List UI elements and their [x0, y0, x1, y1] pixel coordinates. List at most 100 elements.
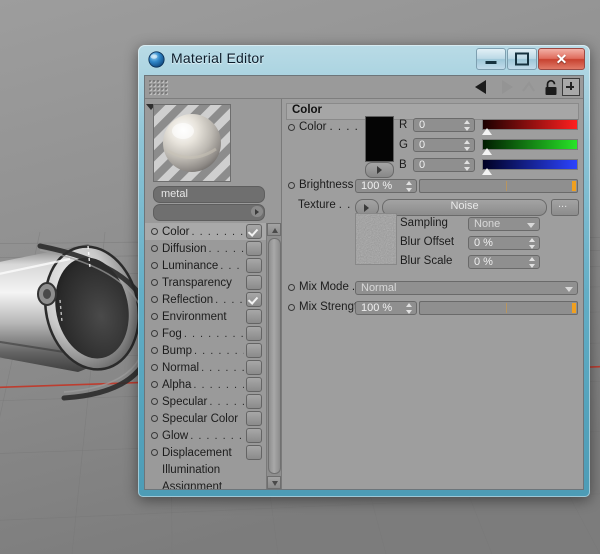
channel-row[interactable]: Transparency: [145, 274, 267, 291]
add-material-button[interactable]: [562, 78, 580, 96]
channel-row[interactable]: Reflection. . . .: [145, 291, 267, 308]
channel-checkbox[interactable]: [246, 360, 262, 375]
maximize-button[interactable]: [507, 48, 537, 70]
channel-row[interactable]: Specular. . . . .: [145, 393, 267, 410]
color-swatch[interactable]: [365, 116, 394, 162]
channel-bullet-icon: [151, 313, 158, 320]
brightness-input[interactable]: 100 %: [355, 179, 417, 193]
mix-mode-bullet-icon: [288, 283, 295, 291]
color-bullet-icon: [288, 123, 295, 131]
close-button[interactable]: ✕: [538, 48, 585, 70]
mix-strength-bullet-icon: [288, 303, 295, 311]
brightness-slider-handle[interactable]: [572, 181, 576, 191]
texture-shader-button[interactable]: Noise: [382, 199, 547, 216]
blur-scale-spinner[interactable]: [529, 257, 536, 268]
green-input[interactable]: 0: [413, 138, 475, 152]
channel-row[interactable]: Specular Color: [145, 410, 267, 427]
brightness-value: 100 %: [361, 180, 393, 192]
red-spinner[interactable]: [464, 120, 471, 131]
channel-checkbox[interactable]: [246, 258, 262, 273]
lock-icon[interactable]: [544, 79, 558, 96]
red-input[interactable]: 0: [413, 118, 475, 132]
green-slider-marker[interactable]: [482, 148, 492, 155]
channel-row[interactable]: Color. . . . . . . .: [145, 223, 267, 240]
color-label: Color: [299, 121, 327, 133]
channel-checkbox[interactable]: [246, 241, 262, 256]
channel-row[interactable]: Environment: [145, 308, 267, 325]
shuffle-icon[interactable]: [520, 78, 540, 96]
window-controls[interactable]: ✕: [476, 48, 585, 70]
material-name-field[interactable]: metal: [153, 186, 265, 203]
channel-checkbox[interactable]: [246, 224, 262, 239]
channel-row[interactable]: Bump. . . . . . .: [145, 342, 267, 359]
channel-checkbox[interactable]: [246, 309, 262, 324]
blur-scale-input[interactable]: 0 %: [468, 255, 540, 269]
texture-browse-button[interactable]: [551, 198, 579, 216]
green-gradient-slider[interactable]: [482, 139, 578, 155]
channel-bullet-icon: [151, 296, 158, 303]
channel-scrollbar[interactable]: [266, 223, 281, 489]
channel-list[interactable]: Color. . . . . . . .Diffusion. . . . .Lu…: [145, 223, 267, 489]
material-preview[interactable]: [153, 104, 231, 182]
red-slider-marker[interactable]: [482, 128, 492, 135]
red-value: 0: [419, 119, 426, 131]
mix-strength-slider[interactable]: [419, 301, 578, 315]
drag-grip-icon[interactable]: [148, 79, 168, 95]
blur-offset-spinner[interactable]: [529, 238, 536, 249]
sampling-dropdown[interactable]: None: [468, 217, 540, 231]
color-picker-button[interactable]: [365, 162, 394, 178]
mix-strength-value: 100 %: [361, 302, 393, 314]
scroll-up-arrow[interactable]: [267, 223, 281, 236]
mix-strength-input[interactable]: 100 %: [355, 301, 417, 315]
selector-arrow-icon[interactable]: [251, 206, 263, 217]
toolbar-right-group[interactable]: [472, 78, 580, 96]
minimize-button[interactable]: [476, 48, 506, 70]
channel-checkbox[interactable]: [246, 275, 262, 290]
back-arrow-icon[interactable]: [472, 78, 492, 96]
blue-gradient-slider[interactable]: [482, 159, 578, 175]
channel-checkbox[interactable]: [246, 343, 262, 358]
channel-bullet-icon: [151, 245, 158, 252]
channel-checkbox[interactable]: [246, 326, 262, 341]
channel-row[interactable]: Fog. . . . . . . .: [145, 325, 267, 342]
channel-row[interactable]: Alpha. . . . . . .: [145, 376, 267, 393]
channel-label: Reflection: [162, 293, 214, 306]
sphere-icon: [148, 51, 165, 68]
channel-checkbox[interactable]: [246, 428, 262, 443]
channel-row[interactable]: Assignment: [145, 478, 267, 490]
channel-row[interactable]: Glow. . . . . . . .: [145, 427, 267, 444]
channel-row[interactable]: Normal. . . . . .: [145, 359, 267, 376]
mix-strength-spinner[interactable]: [406, 303, 413, 314]
brightness-spinner[interactable]: [406, 181, 413, 192]
channel-row[interactable]: Illumination: [145, 461, 267, 478]
green-spinner[interactable]: [464, 140, 471, 151]
red-gradient-slider[interactable]: [482, 119, 578, 135]
channel-row[interactable]: Diffusion. . . . .: [145, 240, 267, 257]
window-title-bar[interactable]: Material Editor ✕: [138, 45, 590, 75]
channel-checkbox[interactable]: [246, 377, 262, 392]
channel-checkbox[interactable]: [246, 411, 262, 426]
scroll-thumb[interactable]: [268, 238, 281, 474]
scroll-down-arrow[interactable]: [267, 476, 281, 489]
material-editor-window[interactable]: Material Editor ✕ metal Color . . . . . …: [138, 45, 590, 497]
channel-label: Illumination: [162, 463, 221, 476]
editor-toolbar[interactable]: [145, 76, 583, 99]
blue-input[interactable]: 0: [413, 158, 475, 172]
channel-checkbox[interactable]: [246, 292, 262, 307]
mix-strength-label: Mix Strength: [299, 301, 364, 313]
channel-row[interactable]: Luminance. . .: [145, 257, 267, 274]
blur-offset-input[interactable]: 0 %: [468, 236, 540, 250]
blue-spinner[interactable]: [464, 160, 471, 171]
blue-slider-marker[interactable]: [482, 168, 492, 175]
channel-row[interactable]: Displacement: [145, 444, 267, 461]
brightness-slider[interactable]: [419, 179, 578, 193]
channel-dots: . . . . . . . .: [183, 327, 244, 340]
material-selector-dropdown[interactable]: [153, 204, 265, 221]
channel-checkbox[interactable]: [246, 394, 262, 409]
mix-mode-caret-icon: [565, 287, 573, 292]
texture-thumbnail[interactable]: [355, 213, 397, 265]
forward-arrow-icon[interactable]: [496, 78, 516, 96]
mix-mode-dropdown[interactable]: Normal: [355, 281, 578, 295]
mix-strength-slider-handle[interactable]: [572, 303, 576, 313]
channel-checkbox[interactable]: [246, 445, 262, 460]
